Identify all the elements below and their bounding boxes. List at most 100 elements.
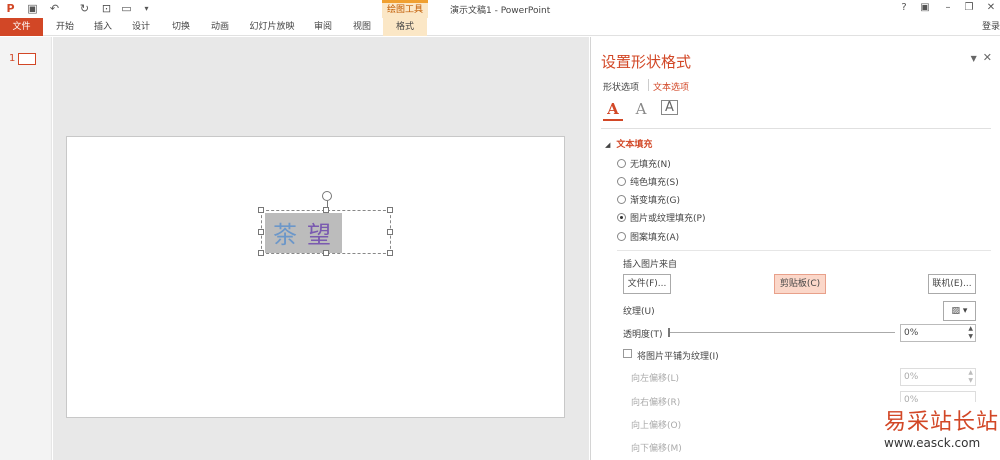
login-link[interactable]: 登录	[982, 18, 1000, 36]
tab-slideshow[interactable]: 幻灯片放映	[244, 18, 300, 36]
tab-separator	[648, 79, 649, 91]
help-icon[interactable]: ?	[897, 2, 911, 14]
offset-left-field: 0% ▲ ▼	[900, 368, 976, 386]
offset-down-label: 向下偏移(M)	[631, 444, 682, 454]
radio-gradient-fill-label: 渐变填充(G)	[630, 196, 680, 206]
slide-thumbnail-number: 1	[9, 53, 16, 64]
app-title: 演示文稿1 - PowerPoint	[450, 6, 551, 16]
transparency-value: 0%	[904, 328, 919, 338]
collapse-triangle-icon: ◢	[605, 141, 611, 149]
new-slide-icon[interactable]: ▭	[120, 2, 133, 15]
drawing-tools-context-group: 绘图工具	[382, 0, 428, 18]
tab-format[interactable]: 格式	[383, 18, 427, 36]
offset-right-label: 向右偏移(R)	[631, 398, 681, 408]
transparency-slider-thumb[interactable]	[668, 328, 670, 337]
radio-pattern-fill[interactable]: 图案填充(A)	[617, 231, 679, 245]
ribbon-display-options-icon[interactable]: ▣	[918, 2, 932, 14]
resize-handle-se[interactable]	[387, 250, 393, 256]
shape-char-1: 茶	[273, 221, 297, 249]
tab-transitions[interactable]: 切换	[166, 18, 196, 36]
resize-handle-s[interactable]	[323, 250, 329, 256]
radio-pattern-fill-label: 图案填充(A)	[630, 233, 680, 243]
tab-design[interactable]: 设计	[126, 18, 156, 36]
tab-insert[interactable]: 插入	[88, 18, 118, 36]
resize-handle-nw[interactable]	[258, 207, 264, 213]
tab-file[interactable]: 文件	[0, 18, 43, 36]
insert-from-file-button[interactable]: 文件(F)...	[623, 274, 671, 294]
tab-animations[interactable]: 动画	[205, 18, 235, 36]
resize-handle-sw[interactable]	[258, 250, 264, 256]
radio-circle[interactable]	[617, 195, 626, 204]
tab-text-options[interactable]: 文本选项	[653, 80, 689, 93]
transparency-slider-track[interactable]	[669, 332, 895, 333]
radio-picture-texture-fill[interactable]: 图片或纹理填充(P)	[617, 212, 705, 226]
radio-gradient-fill[interactable]: 渐变填充(G)	[617, 194, 680, 208]
tile-picture-label: 将图片平铺为纹理(I)	[637, 352, 719, 362]
insert-from-clipboard-button[interactable]: 剪贴板(C)	[774, 274, 826, 294]
resize-handle-ne[interactable]	[387, 207, 393, 213]
slideshow-from-start-icon[interactable]: ⊡	[100, 2, 113, 15]
spin-arrows-icon: ▲ ▼	[968, 369, 973, 384]
slide-workspace: 茶 望	[53, 37, 589, 460]
ribbon-tab-bar: 文件 开始 插入 设计 切换 动画 幻灯片放映 审阅 视图 格式 登录	[0, 18, 1000, 36]
title-bar: P ▣ ↶ ↻ ⊡ ▭ ▾ 绘图工具 演示文稿1 - PowerPoint ? …	[0, 0, 1000, 18]
close-icon[interactable]: ✕	[984, 2, 998, 14]
text-fill-outline-icon[interactable]: A	[603, 100, 623, 118]
context-group-label: 绘图工具	[386, 5, 423, 15]
radio-no-fill-label: 无填充(N)	[630, 160, 671, 170]
resize-handle-w[interactable]	[258, 229, 264, 235]
selected-shape[interactable]: 茶 望	[258, 191, 393, 256]
tab-home[interactable]: 开始	[50, 18, 80, 36]
redo-icon[interactable]: ↻	[78, 2, 91, 15]
tab-view[interactable]: 视图	[347, 18, 377, 36]
texture-label: 纹理(U)	[623, 307, 655, 317]
transparency-field[interactable]: 0% ▲ ▼	[900, 324, 976, 342]
customize-qat-icon[interactable]: ▾	[140, 2, 153, 15]
section-text-fill-label: 文本填充	[616, 140, 653, 150]
minimize-icon[interactable]: –	[941, 2, 955, 14]
radio-circle[interactable]	[617, 159, 626, 168]
radio-picture-texture-fill-label: 图片或纹理填充(P)	[630, 214, 706, 224]
watermark-url: www.easck.com	[884, 436, 981, 450]
tab-shape-options[interactable]: 形状选项	[603, 80, 639, 93]
shape-char-2: 望	[307, 221, 331, 249]
spin-arrows-icon[interactable]: ▲ ▼	[968, 325, 973, 341]
format-shape-pane: 设置形状格式 ▼ ✕ 形状选项 文本选项 A A A ◢ 文本填充 无填充(N) 纯…	[590, 37, 1000, 460]
pane-title: 设置形状格式	[601, 53, 692, 71]
resize-handle-n[interactable]	[323, 207, 329, 213]
radio-solid-fill-label: 纯色填充(S)	[630, 178, 679, 188]
watermark-title: 易采站长站	[884, 410, 1000, 435]
divider	[601, 128, 991, 129]
texture-picker[interactable]: ▨ ▾	[943, 301, 976, 321]
radio-no-fill[interactable]: 无填充(N)	[617, 158, 671, 172]
insert-picture-from-label: 插入图片来自	[623, 260, 678, 270]
transparency-label: 透明度(T)	[623, 330, 663, 340]
undo-icon[interactable]: ↶	[48, 2, 61, 15]
tile-picture-checkbox[interactable]	[623, 349, 632, 358]
divider	[617, 250, 991, 251]
text-box-icon[interactable]: A	[661, 100, 678, 115]
pane-options-dropdown-icon[interactable]: ▼	[971, 54, 977, 63]
section-text-fill[interactable]: ◢ 文本填充	[605, 137, 652, 150]
resize-handle-e[interactable]	[387, 229, 393, 235]
save-icon[interactable]: ▣	[26, 2, 39, 15]
pane-controls: ▼ ✕	[971, 51, 992, 64]
texture-filled-text: 茶 望	[265, 213, 342, 253]
radio-circle[interactable]	[617, 177, 626, 186]
rotation-handle[interactable]	[322, 191, 332, 201]
radio-circle-selected[interactable]	[617, 213, 626, 222]
radio-circle[interactable]	[617, 232, 626, 241]
offset-left-label: 向左偏移(L)	[631, 374, 680, 384]
offset-left-value: 0%	[904, 372, 919, 382]
text-effects-icon[interactable]: A	[631, 100, 651, 118]
slide-thumbnails-pane: 1	[0, 37, 52, 460]
maximize-icon[interactable]: ❐	[962, 2, 976, 14]
tab-review[interactable]: 审阅	[308, 18, 338, 36]
site-watermark: 易采站长站 www.easck.com	[878, 402, 1000, 460]
pane-close-icon[interactable]: ✕	[983, 51, 992, 64]
insert-online-button[interactable]: 联机(E)...	[928, 274, 976, 294]
slide-canvas[interactable]: 茶 望	[66, 136, 565, 418]
text-fill-underline	[603, 119, 623, 121]
radio-solid-fill[interactable]: 纯色填充(S)	[617, 176, 679, 190]
slide-thumbnail[interactable]	[18, 53, 36, 65]
